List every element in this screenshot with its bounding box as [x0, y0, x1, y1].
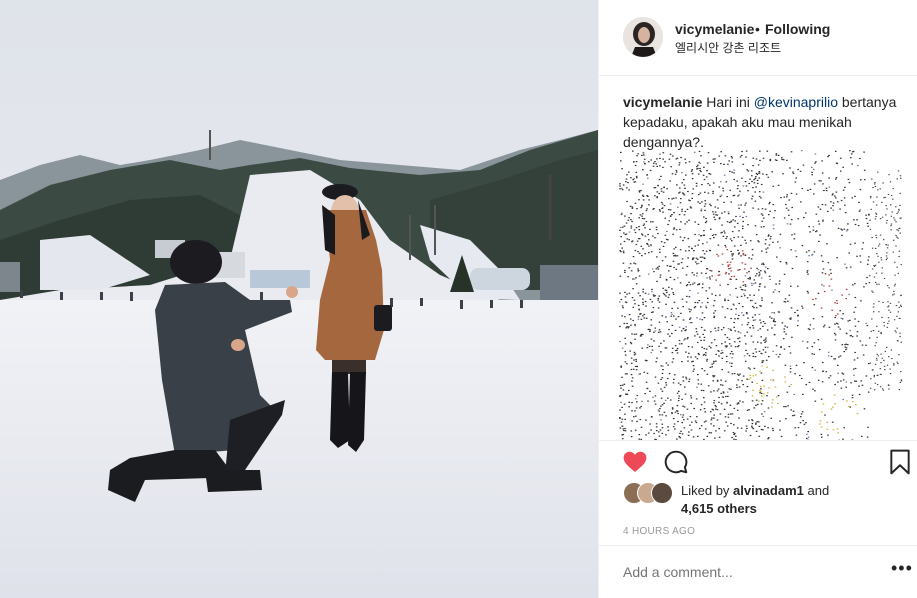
liker-username-link[interactable]: alvinadam1 [733, 483, 804, 498]
heart-icon[interactable] [622, 449, 648, 475]
likes-summary: Liked by alvinadam1 and 4,615 others [681, 482, 901, 518]
redacted-comments-scribble [619, 150, 903, 440]
user-avatar[interactable] [623, 17, 663, 57]
caption-mention-link[interactable]: @kevinaprilio [754, 94, 838, 110]
caption-text-before: Hari ini [706, 94, 750, 110]
liked-by-prefix: Liked by [681, 483, 730, 498]
liker-avatars[interactable] [623, 482, 677, 504]
more-options-icon[interactable]: ••• [891, 558, 913, 579]
action-bar [599, 440, 917, 482]
bookmark-icon[interactable] [889, 449, 911, 475]
post-photo[interactable] [0, 0, 598, 598]
add-comment-bar: ••• [599, 545, 917, 598]
location-link[interactable]: 엘리시안 강촌 리조트 [675, 39, 781, 56]
caption-username[interactable]: vicymelanie [623, 94, 702, 110]
add-comment-input[interactable] [623, 564, 863, 580]
post-header: vicymelanie • Following 엘리시안 강촌 리조트 [599, 0, 917, 76]
post-timestamp[interactable]: 4 HOURS AGO [623, 526, 695, 537]
other-likers-link[interactable]: 4,615 others [681, 501, 757, 516]
post-caption: vicymelanie Hari ini @kevinaprilio berta… [623, 92, 903, 152]
separator-dot: • [755, 21, 760, 37]
likes-conjunction: and [807, 483, 830, 498]
following-button[interactable]: Following [765, 21, 830, 37]
username-link[interactable]: vicymelanie [675, 21, 754, 37]
liker-avatar [651, 482, 673, 504]
comment-bubble-icon[interactable] [663, 449, 689, 475]
post-photo-image [0, 0, 598, 598]
post-details-panel: vicymelanie • Following 엘리시안 강촌 리조트 vicy… [598, 0, 917, 598]
